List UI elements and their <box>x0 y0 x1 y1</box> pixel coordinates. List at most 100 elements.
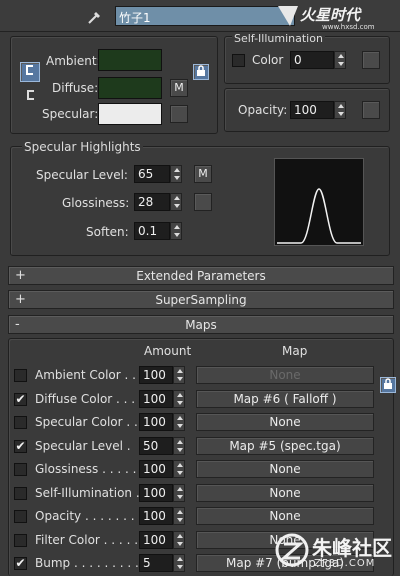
top-header: 竹子1 火星时代 www.hxsd.com <box>0 0 400 32</box>
soften-spinner[interactable]: 0.1 <box>134 222 182 240</box>
map-amount-arrows[interactable] <box>173 531 185 549</box>
watermark-logo: 火星时代 www.hxsd.com <box>278 4 400 32</box>
specular-level-arrows[interactable] <box>170 165 182 183</box>
glossiness-label: Glossiness: <box>62 196 130 210</box>
map-amount-spinner[interactable]: 100 <box>139 484 187 502</box>
opacity-spinner[interactable]: 100 <box>290 101 346 119</box>
specular-map-button[interactable] <box>170 105 188 123</box>
map-header: Map <box>282 344 308 358</box>
specular-color-swatch[interactable] <box>98 103 162 125</box>
map-slot-button[interactable]: Map #6 ( Falloff ) <box>196 390 374 408</box>
map-amount-value[interactable]: 100 <box>139 366 173 384</box>
map-amount-value[interactable]: 50 <box>139 437 173 455</box>
material-name-text: 竹子1 <box>119 11 151 25</box>
map-slot-button[interactable]: None <box>196 484 374 502</box>
watermark-url: www.hxsd.com <box>322 23 375 31</box>
map-amount-value[interactable]: 100 <box>139 460 173 478</box>
extended-parameters-rollout[interactable]: + Extended Parameters <box>8 266 394 285</box>
map-amount-value[interactable]: 5 <box>139 554 173 572</box>
eyedropper-icon[interactable] <box>86 8 104 26</box>
watermark-logo-text: 火星时代 <box>300 6 361 24</box>
map-amount-spinner[interactable]: 100 <box>139 460 187 478</box>
glossiness-arrows[interactable] <box>170 193 182 211</box>
map-amount-spinner[interactable]: 100 <box>139 507 187 525</box>
map-enable-checkbox[interactable] <box>14 510 27 523</box>
map-slot-button[interactable]: None <box>196 460 374 478</box>
map-channel-label: Specular Color . . <box>35 415 138 429</box>
ambient-color-swatch[interactable] <box>98 49 162 71</box>
material-name-field[interactable]: 竹子1 <box>115 6 295 26</box>
self-illum-spinner[interactable]: 0 <box>290 51 346 69</box>
map-row: ✔ Diffuse Color . . . 100 Map #6 ( Falloff … <box>0 390 400 410</box>
opacity-spinner-arrows[interactable] <box>334 101 346 119</box>
soften-value[interactable]: 0.1 <box>134 222 170 240</box>
lock-ambient-diffuse-button[interactable] <box>20 62 40 82</box>
map-enable-checkbox[interactable] <box>14 534 27 547</box>
supersampling-rollout[interactable]: + SuperSampling <box>8 290 394 309</box>
map-amount-arrows[interactable] <box>173 460 185 478</box>
opacity-map-button[interactable] <box>362 101 380 119</box>
specular-level-label: Specular Level: <box>36 168 128 182</box>
bottom-watermark-url: ZF3D.COM <box>314 558 376 569</box>
lock-icon[interactable] <box>193 64 209 80</box>
map-slot-button[interactable]: None <box>196 413 374 431</box>
map-row: ✔ Specular Level . 50 Map #5 (spec.tga) <box>0 437 400 457</box>
map-channel-label: Filter Color . . . . . <box>35 533 139 547</box>
map-amount-arrows[interactable] <box>173 484 185 502</box>
map-row: Glossiness . . . . . 100 None <box>0 460 400 480</box>
soften-arrows[interactable] <box>170 222 182 240</box>
maps-rollout[interactable]: - Maps <box>8 315 394 334</box>
map-channel-label: Bump . . . . . . . . . <box>35 556 139 570</box>
map-slot-button[interactable]: None <box>196 507 374 525</box>
self-illum-spinner-arrows[interactable] <box>334 51 346 69</box>
specular-level-value[interactable]: 65 <box>134 165 170 183</box>
map-amount-arrows[interactable] <box>173 390 185 408</box>
diffuse-color-swatch[interactable] <box>98 77 162 99</box>
map-amount-spinner[interactable]: 100 <box>139 413 187 431</box>
map-amount-spinner[interactable]: 50 <box>139 437 187 455</box>
map-enable-checkbox[interactable]: ✔ <box>14 557 27 570</box>
self-illumination-title: Self-Illumination <box>232 32 325 45</box>
map-amount-arrows[interactable] <box>173 366 185 384</box>
map-row: Opacity . . . . . . . . 100 None <box>0 507 400 527</box>
map-enable-checkbox[interactable] <box>14 487 27 500</box>
map-amount-arrows[interactable] <box>173 507 185 525</box>
highlight-curve-graph <box>274 158 364 246</box>
specular-level-spinner[interactable]: 65 <box>134 165 182 183</box>
self-illum-map-button[interactable] <box>362 51 380 69</box>
map-channel-label: Ambient Color . . . <box>35 368 144 382</box>
extended-parameters-title: Extended Parameters <box>136 269 266 283</box>
specular-level-map-button[interactable]: M <box>194 165 212 183</box>
glossiness-spinner[interactable]: 28 <box>134 193 182 211</box>
map-enable-checkbox[interactable]: ✔ <box>14 440 27 453</box>
ambient-label: Ambient: <box>46 54 101 68</box>
map-amount-value[interactable]: 100 <box>139 390 173 408</box>
map-amount-arrows[interactable] <box>173 554 185 572</box>
map-amount-spinner[interactable]: 100 <box>139 390 187 408</box>
map-slot-button[interactable]: None <box>196 366 374 384</box>
map-channel-label: Opacity . . . . . . . . <box>35 509 143 523</box>
map-slot-button[interactable]: Map #5 (spec.tga) <box>196 437 374 455</box>
diffuse-map-button[interactable]: M <box>170 79 188 97</box>
glossiness-map-button[interactable] <box>194 193 212 211</box>
map-enable-checkbox[interactable]: ✔ <box>14 393 27 406</box>
map-amount-arrows[interactable] <box>173 413 185 431</box>
map-amount-spinner[interactable]: 100 <box>139 531 187 549</box>
map-amount-spinner[interactable]: 5 <box>139 554 187 572</box>
map-amount-spinner[interactable]: 100 <box>139 366 187 384</box>
map-amount-value[interactable]: 100 <box>139 507 173 525</box>
map-amount-value[interactable]: 100 <box>139 531 173 549</box>
diffuse-label: Diffuse: <box>52 81 99 95</box>
map-row: Specular Color . . 100 None <box>0 413 400 433</box>
maps-title: Maps <box>185 318 217 332</box>
glossiness-value[interactable]: 28 <box>134 193 170 211</box>
map-amount-value[interactable]: 100 <box>139 413 173 431</box>
map-amount-arrows[interactable] <box>173 437 185 455</box>
map-enable-checkbox[interactable] <box>14 416 27 429</box>
self-illum-value[interactable]: 0 <box>290 51 334 69</box>
map-amount-value[interactable]: 100 <box>139 484 173 502</box>
opacity-value[interactable]: 100 <box>290 101 334 119</box>
self-illum-color-checkbox[interactable] <box>232 54 245 67</box>
map-enable-checkbox[interactable] <box>14 369 27 382</box>
map-enable-checkbox[interactable] <box>14 463 27 476</box>
